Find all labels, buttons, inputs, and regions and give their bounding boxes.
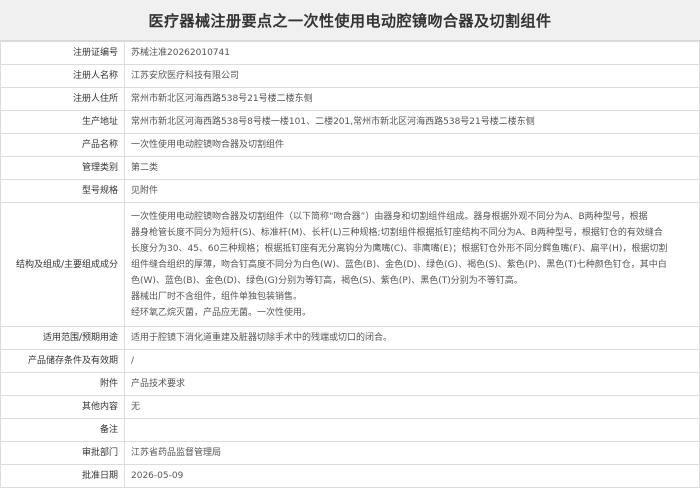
row-management-category: 管理类别 第二类 — [0, 156, 700, 180]
row-other-content: 其他内容 无 — [0, 395, 700, 419]
value-storage-validity: / — [124, 349, 700, 373]
label-other-content: 其他内容 — [0, 395, 125, 419]
row-intended-use: 适用范围/预期用途 适用于腔镜下消化道重建及脏器切除手术中的残端或切口的闭合。 — [0, 326, 700, 350]
row-attachment: 附件 产品技术要求 — [0, 372, 700, 396]
value-product-name: 一次性使用电动腔镜吻合器及切割组件 — [124, 133, 700, 157]
value-management-category: 第二类 — [124, 156, 700, 180]
row-approval-department: 审批部门 江苏省药品监督管理局 — [0, 441, 700, 465]
registration-table: 注册证编号 苏械注准20262010741 注册人名称 江苏安欣医疗科技有限公司… — [0, 41, 700, 488]
page-title: 医疗器械注册要点之一次性使用电动腔镜吻合器及切割组件 — [0, 0, 700, 41]
row-structure-composition: 结构及组成/主要组成成分 一次性使用电动腔镜吻合器及切割组件（以下简称“吻合器”… — [0, 202, 700, 327]
value-registrant-address: 常州市新北区河海西路538号21号楼二楼东侧 — [124, 87, 700, 111]
label-registration-number: 注册证编号 — [0, 41, 125, 65]
label-intended-use: 适用范围/预期用途 — [0, 326, 125, 350]
structure-line: 一次性使用电动腔镜吻合器及切割组件（以下简称“吻合器”）由器身和切割组件组成。器… — [131, 211, 648, 222]
label-model-spec: 型号规格 — [0, 179, 125, 203]
value-registration-number: 苏械注准20262010741 — [124, 41, 700, 65]
value-approval-date: 2026-05-09 — [124, 464, 700, 488]
value-intended-use: 适用于腔镜下消化道重建及脏器切除手术中的残端或切口的闭合。 — [124, 326, 700, 350]
row-approval-date: 批准日期 2026-05-09 — [0, 464, 700, 488]
row-model-spec: 型号规格 见附件 — [0, 179, 700, 203]
value-model-spec: 见附件 — [124, 179, 700, 203]
value-structure-composition: 一次性使用电动腔镜吻合器及切割组件（以下简称“吻合器”）由器身和切割组件组成。器… — [124, 202, 700, 327]
label-management-category: 管理类别 — [0, 156, 125, 180]
row-storage-validity: 产品储存条件及有效期 / — [0, 349, 700, 373]
label-storage-validity: 产品储存条件及有效期 — [0, 349, 125, 373]
registration-page: 医疗器械注册要点之一次性使用电动腔镜吻合器及切割组件 注册证编号 苏械注准202… — [0, 0, 700, 488]
label-product-name: 产品名称 — [0, 133, 125, 157]
structure-line: 器械出厂时不含组件，组件单独包装销售。 — [131, 291, 303, 302]
row-registrant-name: 注册人名称 江苏安欣医疗科技有限公司 — [0, 64, 700, 88]
label-structure-composition: 结构及组成/主要组成成分 — [0, 202, 125, 327]
label-registrant-name: 注册人名称 — [0, 64, 125, 88]
row-production-address: 生产地址 常州市新北区河海西路538号8号楼一楼101、二楼201,常州市新北区… — [0, 110, 700, 134]
row-remarks: 备注 — [0, 418, 700, 442]
structure-line: 长度分为30、45、60三种规格；根据抵钉座有无分离钩分为鹰嘴(C)、非鹰嘴(E… — [131, 243, 668, 254]
structure-line: 色(W)、蓝色(B)、金色(D)、绿色(G)分别为等钉高，褐色(S)、紫色(P)… — [131, 275, 523, 286]
row-registration-number: 注册证编号 苏械注准20262010741 — [0, 41, 700, 65]
label-production-address: 生产地址 — [0, 110, 125, 134]
structure-line: 器身枪管长度不同分为短杆(S)、标准杆(M)、长杆(L)三种规格;切割组件根据抵… — [131, 227, 663, 238]
label-approval-department: 审批部门 — [0, 441, 125, 465]
value-production-address: 常州市新北区河海西路538号8号楼一楼101、二楼201,常州市新北区河海西路5… — [124, 110, 700, 134]
row-registrant-address: 注册人住所 常州市新北区河海西路538号21号楼二楼东侧 — [0, 87, 700, 111]
value-registrant-name: 江苏安欣医疗科技有限公司 — [124, 64, 700, 88]
structure-line: 组件缝合组织的厚薄，吻合钉高度不同分为白色(W)、蓝色(B)、金色(D)、绿色(… — [131, 259, 667, 270]
value-other-content: 无 — [124, 395, 700, 419]
row-product-name: 产品名称 一次性使用电动腔镜吻合器及切割组件 — [0, 133, 700, 157]
value-remarks — [124, 418, 700, 442]
label-approval-date: 批准日期 — [0, 464, 125, 488]
label-attachment: 附件 — [0, 372, 125, 396]
value-attachment: 产品技术要求 — [124, 372, 700, 396]
label-registrant-address: 注册人住所 — [0, 87, 125, 111]
label-remarks: 备注 — [0, 418, 125, 442]
structure-line: 经环氧乙烷灭菌，产品应无菌。一次性使用。 — [131, 307, 312, 318]
value-approval-department: 江苏省药品监督管理局 — [124, 441, 700, 465]
